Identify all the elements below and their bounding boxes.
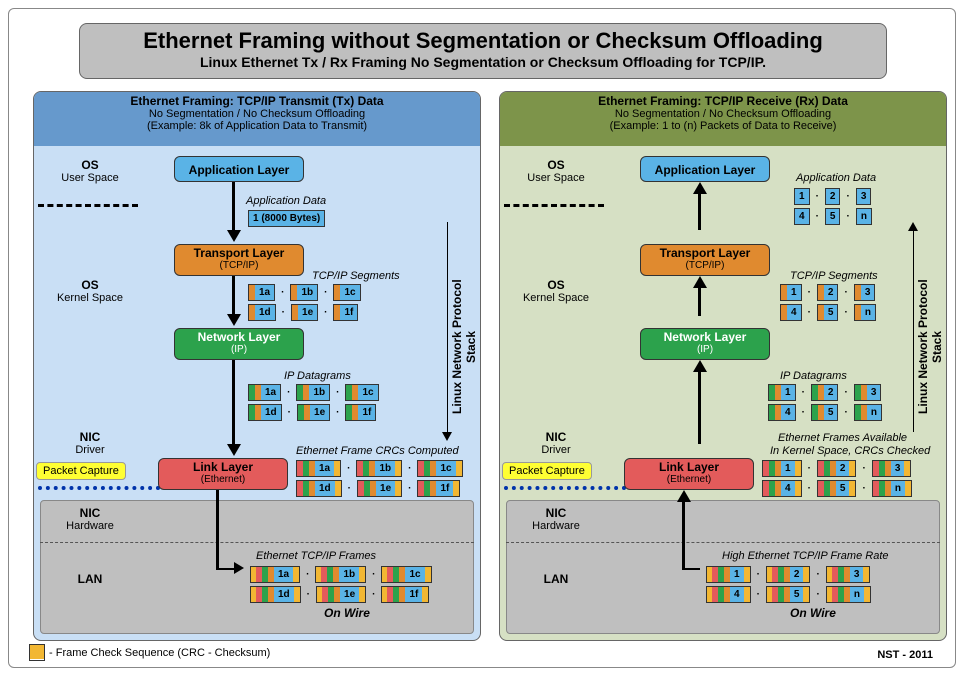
tx-wire-row1: 1a· 1b· 1c <box>250 566 432 583</box>
tx-frame-caption: Ethernet Frame CRCs Computed <box>296 445 459 457</box>
rx-frame-row2: 4· 5· n <box>762 480 912 497</box>
rx-arrow-network-transport <box>693 276 707 288</box>
tx-os-kernel-label: OSKernel Space <box>40 278 140 304</box>
rx-os-user-label: OSUser Space <box>506 158 606 184</box>
tx-arrow-link-lan <box>234 562 244 574</box>
tx-tcp-row2: 1d· 1e· 1f <box>248 304 358 321</box>
tx-frame-row1: 1a· 1b· 1c <box>296 460 463 477</box>
credit: NST - 2011 <box>877 649 933 661</box>
legend: - Frame Check Sequence (CRC - Checksum) <box>29 644 270 661</box>
rx-panel: Ethernet Framing: TCP/IP Receive (Rx) Da… <box>499 91 947 641</box>
rx-nic-driver-label: NICDriver <box>506 430 606 456</box>
rx-app-data-caption: Application Data <box>796 172 876 184</box>
rx-packet-capture-label: Packet Capture <box>502 462 592 480</box>
tx-wire-caption: Ethernet TCP/IP Frames <box>256 550 376 562</box>
tx-driver-hw-divider <box>38 486 168 490</box>
tx-nic-driver-label: NICDriver <box>40 430 140 456</box>
tx-header-line1: Ethernet Framing: TCP/IP Transmit (Tx) D… <box>34 94 480 108</box>
rx-driver-hw-divider <box>504 486 634 490</box>
legend-text: - Frame Check Sequence (CRC - Checksum) <box>49 647 270 659</box>
tx-user-kernel-divider <box>38 204 138 207</box>
rx-app-row1: 1· 2· 3 <box>794 188 871 205</box>
tx-hw-lan-divider <box>40 542 474 543</box>
tx-frame-row2: 1d· 1e· 1f <box>296 480 460 497</box>
rx-stack-label: Linux Network Protocol Stack <box>916 272 944 422</box>
title-main: Ethernet Framing without Segmentation or… <box>80 28 886 54</box>
rx-lan-label: LAN <box>506 572 606 586</box>
tx-tcp-seg-caption: TCP/IP Segments <box>312 270 400 282</box>
rx-onwire: On Wire <box>790 606 836 620</box>
tx-packet-capture-label: Packet Capture <box>36 462 126 480</box>
rx-link-layer: Link Layer(Ethernet) <box>624 458 754 490</box>
tx-ip-row1: 1a· 1b· 1c <box>248 384 379 401</box>
rx-app-layer: Application Layer <box>640 156 770 182</box>
rx-tcp-row1: 1· 2· 3 <box>780 284 875 301</box>
tx-network-layer: Network Layer(IP) <box>174 328 304 360</box>
title-sub: Linux Ethernet Tx / Rx Framing No Segmen… <box>80 54 886 70</box>
tx-tcp-row1: 1a· 1b· 1c <box>248 284 361 301</box>
tx-panel: Ethernet Framing: TCP/IP Transmit (Tx) D… <box>33 91 481 641</box>
rx-tcp-row2: 4· 5· n <box>780 304 876 321</box>
rx-stack-arrow-up <box>908 222 918 231</box>
rx-nic-hw-label: NICHardware <box>506 506 606 532</box>
rx-arrow-link-network <box>693 360 707 372</box>
rx-transport-layer: Transport Layer(TCP/IP) <box>640 244 770 276</box>
rx-user-kernel-divider <box>504 204 604 207</box>
tx-link-layer: Link Layer(Ethernet) <box>158 458 288 490</box>
rx-arrow-lan-link <box>677 490 691 502</box>
rx-frame-caption2: In Kernel Space, CRCs Checked <box>770 445 930 457</box>
rx-network-layer: Network Layer(IP) <box>640 328 770 360</box>
title-bar: Ethernet Framing without Segmentation or… <box>79 23 887 79</box>
tx-app-layer: Application Layer <box>174 156 304 182</box>
tx-nic-hw-label: NICHardware <box>40 506 140 532</box>
rx-ip-caption: IP Datagrams <box>780 370 847 382</box>
rx-header-line3: (Example: 1 to (n) Packets of Data to Re… <box>500 120 946 132</box>
tx-arrow-network-link <box>227 444 241 456</box>
rx-app-row2: 4· 5· n <box>794 208 872 225</box>
tx-app-data-caption: Application Data <box>246 195 326 207</box>
rx-header: Ethernet Framing: TCP/IP Receive (Rx) Da… <box>500 92 946 146</box>
rx-hw-lan-divider <box>506 542 940 543</box>
tx-header: Ethernet Framing: TCP/IP Transmit (Tx) D… <box>34 92 480 146</box>
tx-lan-label: LAN <box>40 572 140 586</box>
tx-arrow-app-transport <box>227 230 241 242</box>
tx-transport-layer: Transport Layer(TCP/IP) <box>174 244 304 276</box>
tx-stack-label: Linux Network Protocol Stack <box>450 272 478 422</box>
tx-wire-row2: 1d· 1e· 1f <box>250 586 429 603</box>
rx-ip-row1: 1· 2· 3 <box>768 384 881 401</box>
tx-onwire: On Wire <box>324 606 370 620</box>
rx-header-line2: No Segmentation / No Checksum Offloading <box>500 108 946 120</box>
tx-app-data-pkt: 1 (8000 Bytes) <box>248 210 325 227</box>
rx-wire-caption: High Ethernet TCP/IP Frame Rate <box>722 550 889 562</box>
rx-frame-caption1: Ethernet Frames Available <box>778 432 907 444</box>
rx-tcp-seg-caption: TCP/IP Segments <box>790 270 878 282</box>
tx-arrow-transport-network <box>227 314 241 326</box>
tx-ip-caption: IP Datagrams <box>284 370 351 382</box>
tx-os-user-label: OSUser Space <box>40 158 140 184</box>
rx-arrow-transport-app <box>693 182 707 194</box>
tx-header-line3: (Example: 8k of Application Data to Tran… <box>34 120 480 132</box>
rx-wire-row1: 1· 2· 3 <box>706 566 870 583</box>
tx-stack-arrow-down <box>442 432 452 441</box>
tx-ip-row2: 1d· 1e· 1f <box>248 404 376 421</box>
rx-os-kernel-label: OSKernel Space <box>506 278 606 304</box>
rx-wire-row2: 4· 5· n <box>706 586 871 603</box>
tx-header-line2: No Segmentation / No Checksum Offloading <box>34 108 480 120</box>
rx-frame-row1: 1· 2· 3 <box>762 460 911 477</box>
diagram-frame: Ethernet Framing without Segmentation or… <box>8 8 956 668</box>
rx-header-line1: Ethernet Framing: TCP/IP Receive (Rx) Da… <box>500 94 946 108</box>
rx-ip-row2: 4· 5· n <box>768 404 882 421</box>
